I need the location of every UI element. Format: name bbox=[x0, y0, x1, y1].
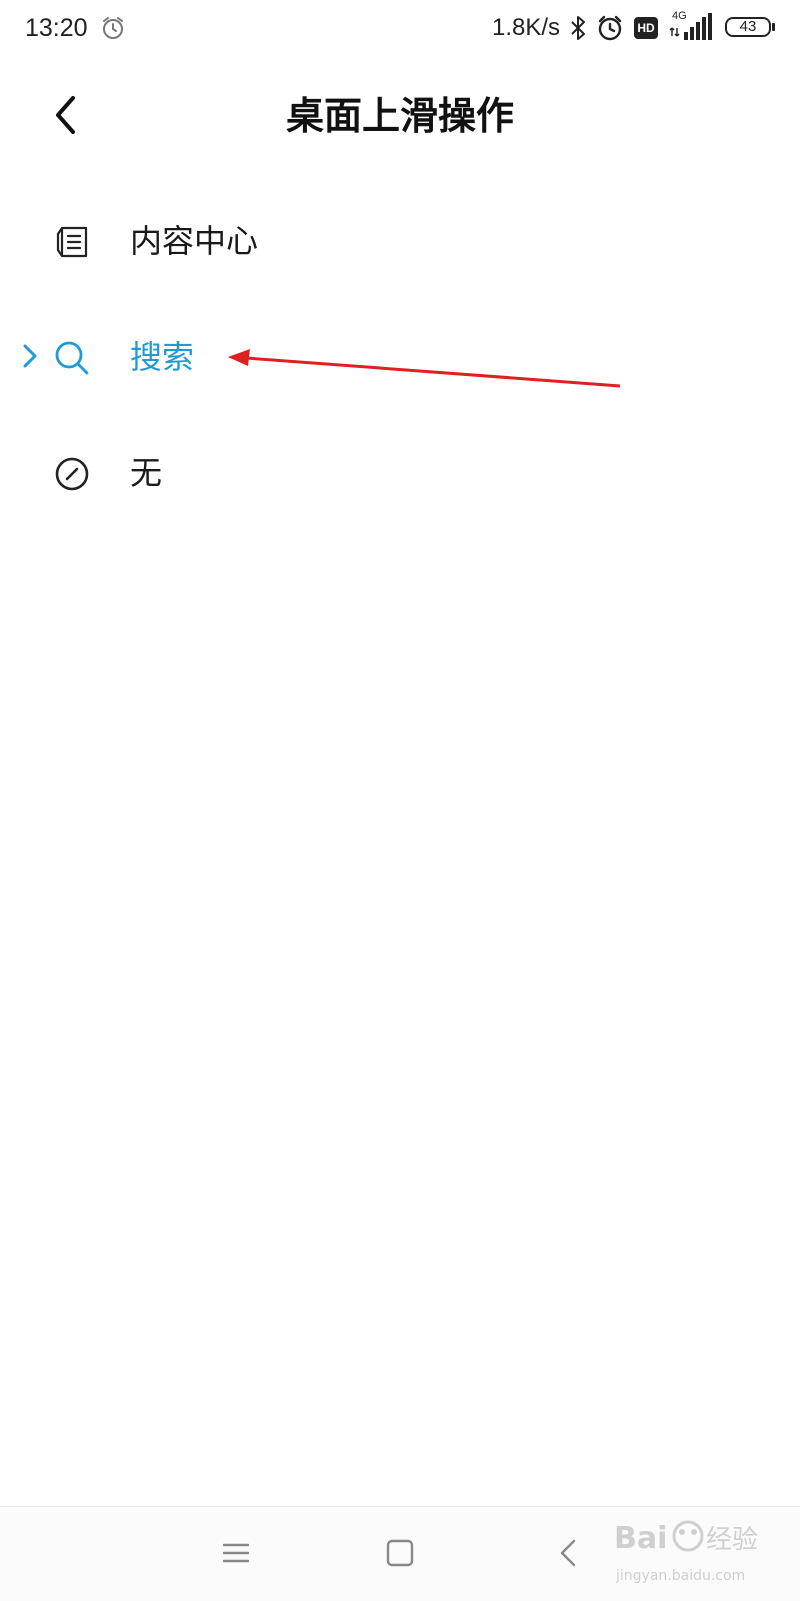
svg-text:经验: 经验 bbox=[706, 1525, 758, 1555]
search-icon bbox=[55, 341, 89, 375]
status-bar: 13:20 1.8K/s HD 4G 43 bbox=[0, 0, 800, 56]
battery-icon: 43 bbox=[725, 17, 775, 37]
option-none[interactable]: 无 bbox=[0, 418, 800, 528]
option-label: 无 bbox=[130, 454, 163, 492]
none-circle-icon bbox=[55, 457, 89, 491]
back-button[interactable] bbox=[45, 90, 89, 140]
bluetooth-icon bbox=[571, 16, 585, 40]
hd-icon: HD bbox=[634, 17, 658, 39]
option-search[interactable]: 搜索 bbox=[0, 302, 800, 412]
menu-icon[interactable] bbox=[216, 1533, 256, 1573]
home-icon[interactable] bbox=[380, 1533, 420, 1573]
svg-text:Bai: Bai bbox=[614, 1521, 667, 1556]
option-label: 搜索 bbox=[130, 338, 195, 376]
baidu-jingyan-watermark: Bai 经验 jingyan.baidu.com bbox=[614, 1520, 758, 1584]
selected-chevron-icon bbox=[23, 344, 37, 368]
svg-text:jingyan.baidu.com: jingyan.baidu.com bbox=[615, 1568, 745, 1584]
back-icon[interactable] bbox=[550, 1533, 590, 1573]
alarm-icon bbox=[598, 15, 622, 41]
status-time: 13:20 bbox=[25, 14, 88, 42]
option-content-center[interactable]: 内容中心 bbox=[0, 186, 800, 296]
signal-icon bbox=[669, 13, 712, 40]
option-label: 内容中心 bbox=[130, 222, 259, 260]
news-feed-icon bbox=[56, 226, 88, 258]
network-speed: 1.8K/s bbox=[492, 14, 561, 41]
alarm-icon bbox=[103, 17, 123, 39]
page-title: 桌面上滑操作 bbox=[285, 94, 514, 138]
